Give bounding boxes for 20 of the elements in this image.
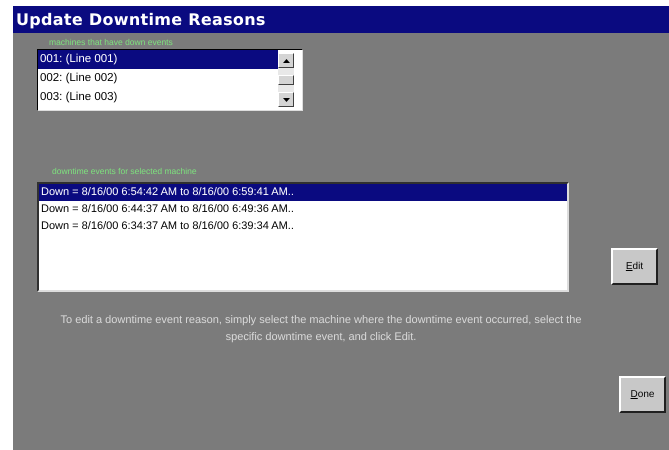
- scroll-thumb[interactable]: [278, 75, 294, 85]
- scroll-up-button[interactable]: [278, 53, 294, 68]
- list-item[interactable]: Down = 8/16/00 6:34:37 AM to 8/16/00 6:39:34 AM..: [39, 218, 567, 235]
- list-label: machines that have down events: [49, 37, 174, 47]
- list-item[interactable]: 002: (Line 002): [38, 69, 278, 88]
- list-item[interactable]: 001: (Line 001): [38, 50, 278, 69]
- list-label: downtime events for selected machine: [52, 166, 198, 176]
- machine-list[interactable]: 001: (Line 001) 002: (Line 002) 003: (Line 003): [37, 49, 303, 111]
- scrollbar[interactable]: [278, 53, 294, 107]
- window-title: Update Downtime Reasons: [16, 10, 266, 29]
- down-arrow-icon: [282, 98, 290, 102]
- up-arrow-icon: [282, 58, 290, 62]
- list-item[interactable]: Down = 8/16/00 6:44:37 AM to 8/16/00 6:49:36 AM..: [39, 201, 567, 218]
- scroll-down-button[interactable]: [278, 92, 294, 107]
- list-item[interactable]: 003: (Line 003): [38, 88, 278, 107]
- list-item[interactable]: Down = 8/16/00 6:54:42 AM to 8/16/00 6:59:41 AM..: [39, 184, 567, 201]
- instructions-text: To edit a downtime event reason, simply select the machine where the downtime event occurred, select the specific downtime event, and click Edit.: [60, 313, 582, 345]
- event-list[interactable]: Down = 8/16/00 6:54:42 AM to 8/16/00 6:59:41 AM.. Down = 8/16/00 6:44:37 AM to 8/16/00 6:49:36 AM.. Down = 8/16/00 6:34:37 AM to 8/16/00 6:39:34 AM..: [37, 182, 569, 292]
- done-button[interactable]: Done: [619, 376, 666, 413]
- edit-button[interactable]: Edit: [611, 248, 658, 285]
